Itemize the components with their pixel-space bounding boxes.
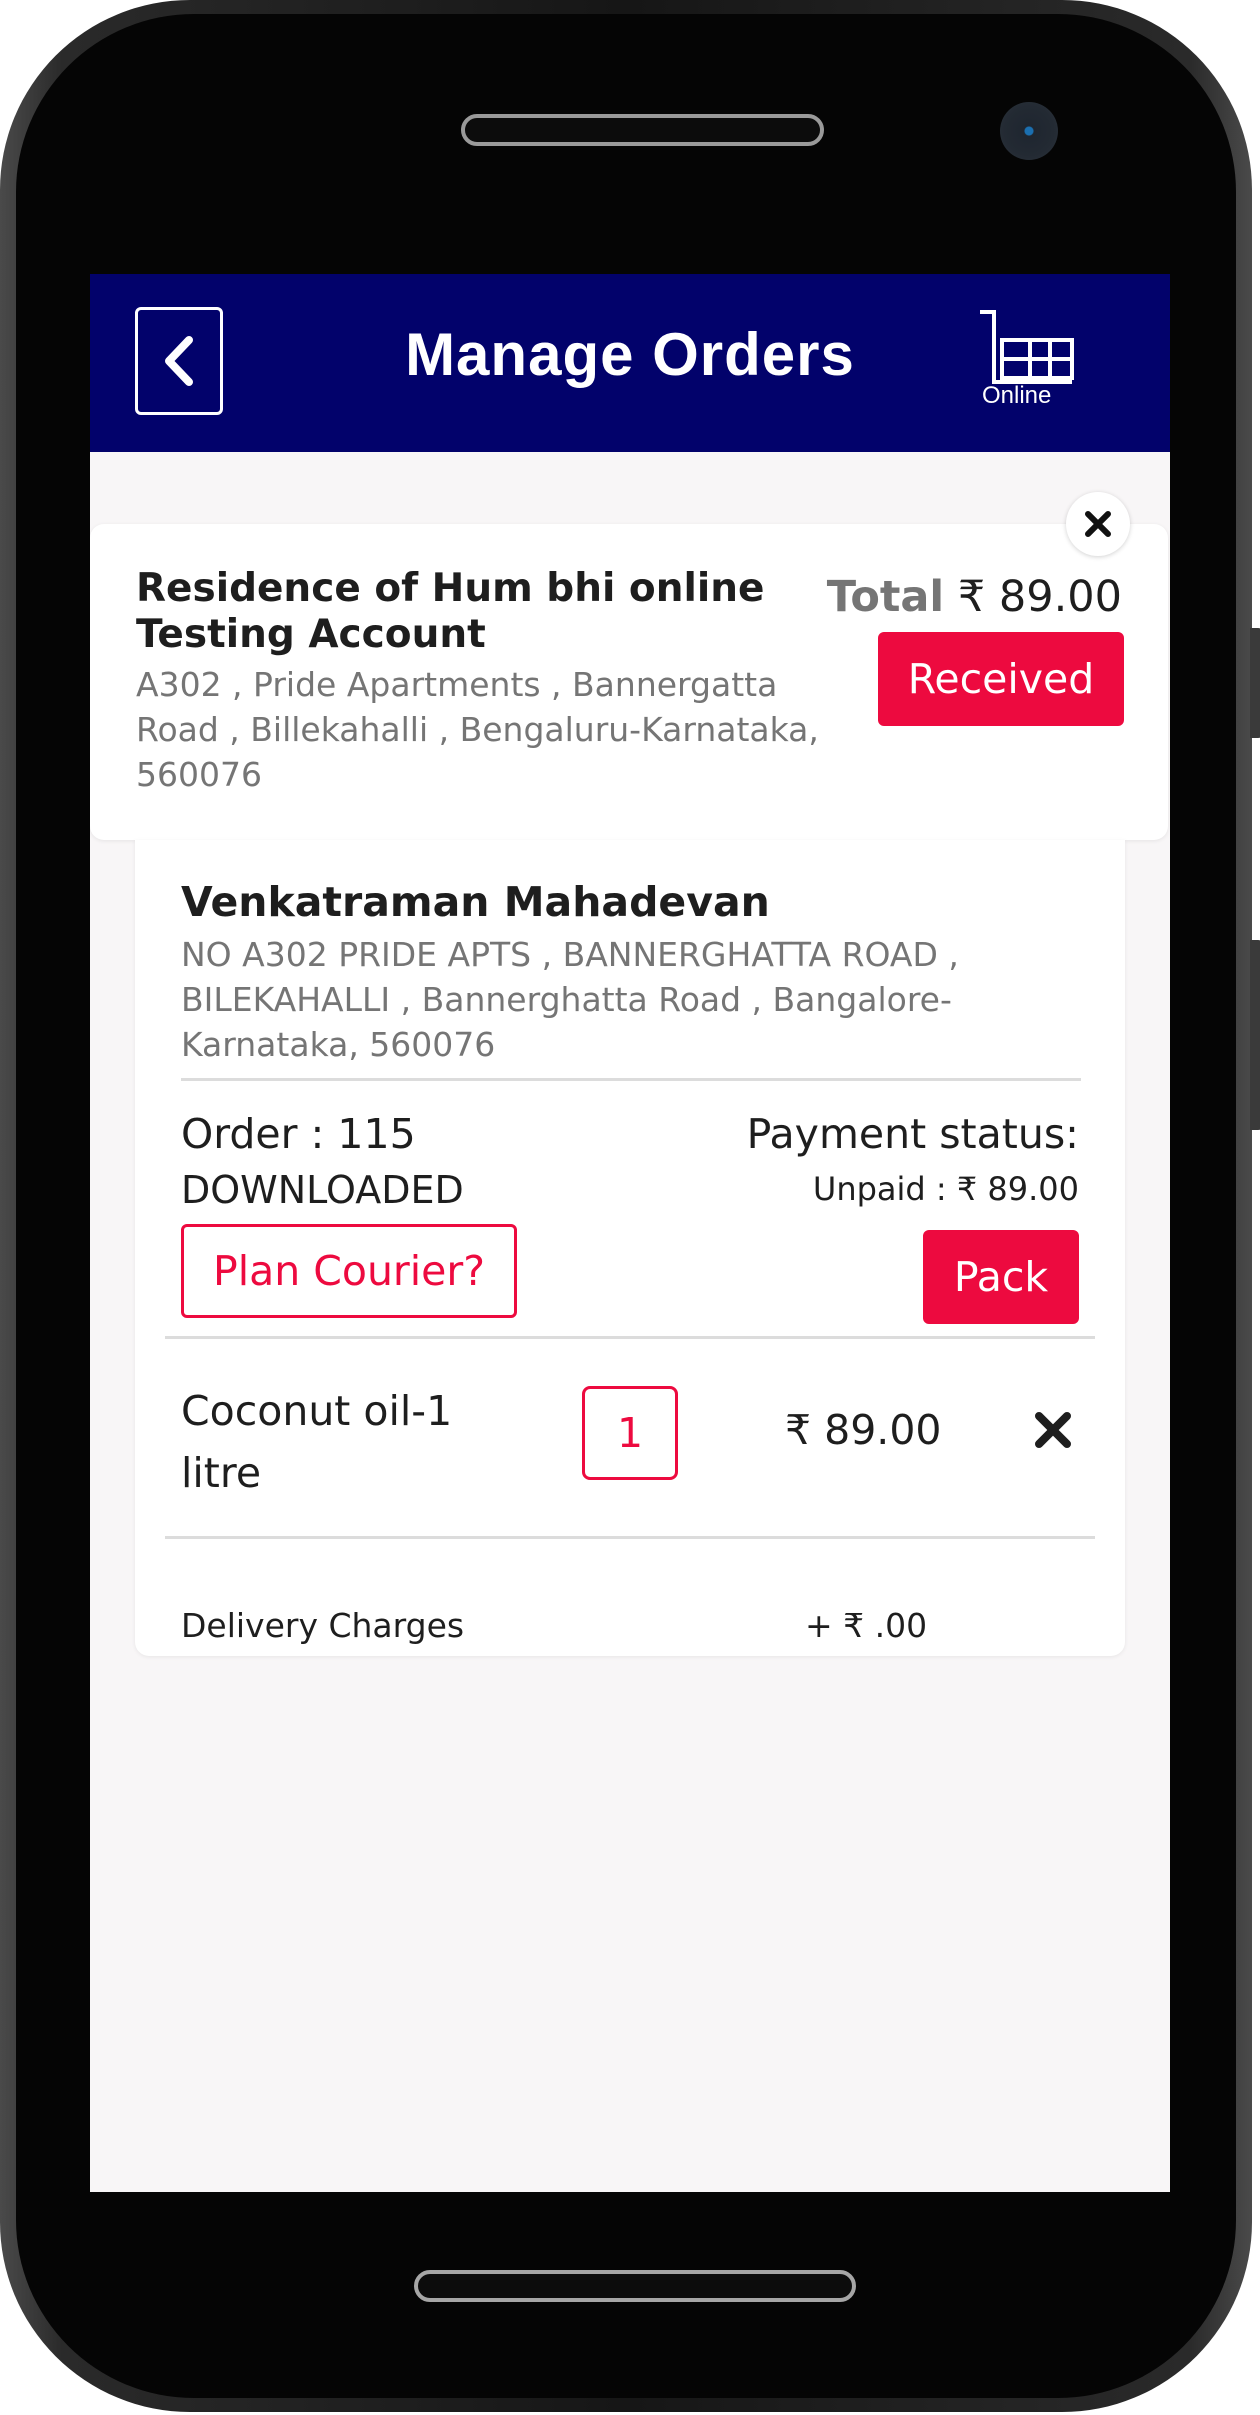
customer-address: NO A302 PRIDE APTS , BANNERGHATTA ROAD ,… [181, 935, 959, 1064]
order-card: Venkatraman Mahadevan NO A302 PRIDE APTS… [135, 840, 1125, 1656]
close-icon [1035, 1412, 1071, 1448]
remove-item-button[interactable] [1031, 1408, 1075, 1452]
total-label: Total [826, 572, 945, 622]
customer-name: Venkatraman Mahadevan [181, 878, 770, 926]
divider [165, 1536, 1095, 1539]
divider [181, 1078, 1081, 1081]
app-screen: Manage Orders Online Residence of Hum bh… [90, 274, 1170, 2192]
divider [165, 1336, 1095, 1339]
shop-card: Residence of Hum bhi online Testing Acco… [90, 524, 1168, 840]
power-button [1250, 940, 1260, 1130]
quantity-field[interactable]: 1 [582, 1386, 678, 1480]
volume-button [1250, 628, 1260, 738]
home-indicator [414, 2270, 856, 2302]
close-button[interactable] [1066, 492, 1130, 556]
pack-button[interactable]: Pack [923, 1230, 1079, 1324]
front-camera [1000, 102, 1058, 160]
order-status: DOWNLOADED [181, 1168, 464, 1212]
received-button[interactable]: Received [878, 632, 1124, 726]
payment-status-label: Payment status: [746, 1110, 1079, 1158]
total-value: ₹ 89.00 [957, 572, 1122, 622]
order-number: Order : 115 [181, 1110, 416, 1158]
delivery-charges-label: Delivery Charges [181, 1606, 465, 1645]
item-price: ₹ 89.00 [785, 1406, 942, 1454]
shop-address: A302 , Pride Apartments , Bannergatta Ro… [136, 665, 819, 794]
plan-courier-button[interactable]: Plan Courier? [181, 1224, 517, 1318]
order-total: Total ₹ 89.00 [827, 572, 1122, 622]
cart-logo[interactable]: Online [980, 308, 1080, 418]
shop-name: Residence of Hum bhi online Testing Acco… [136, 566, 765, 657]
app-header: Manage Orders Online [90, 274, 1170, 452]
item-name: Coconut oil-1 litre [181, 1387, 453, 1497]
speaker-grille [461, 114, 824, 146]
logo-text: Online [982, 382, 1052, 409]
payment-status-value: Unpaid : ₹ 89.00 [812, 1170, 1079, 1208]
close-icon [1085, 511, 1111, 537]
delivery-charges-value: + ₹ .00 [805, 1606, 928, 1645]
